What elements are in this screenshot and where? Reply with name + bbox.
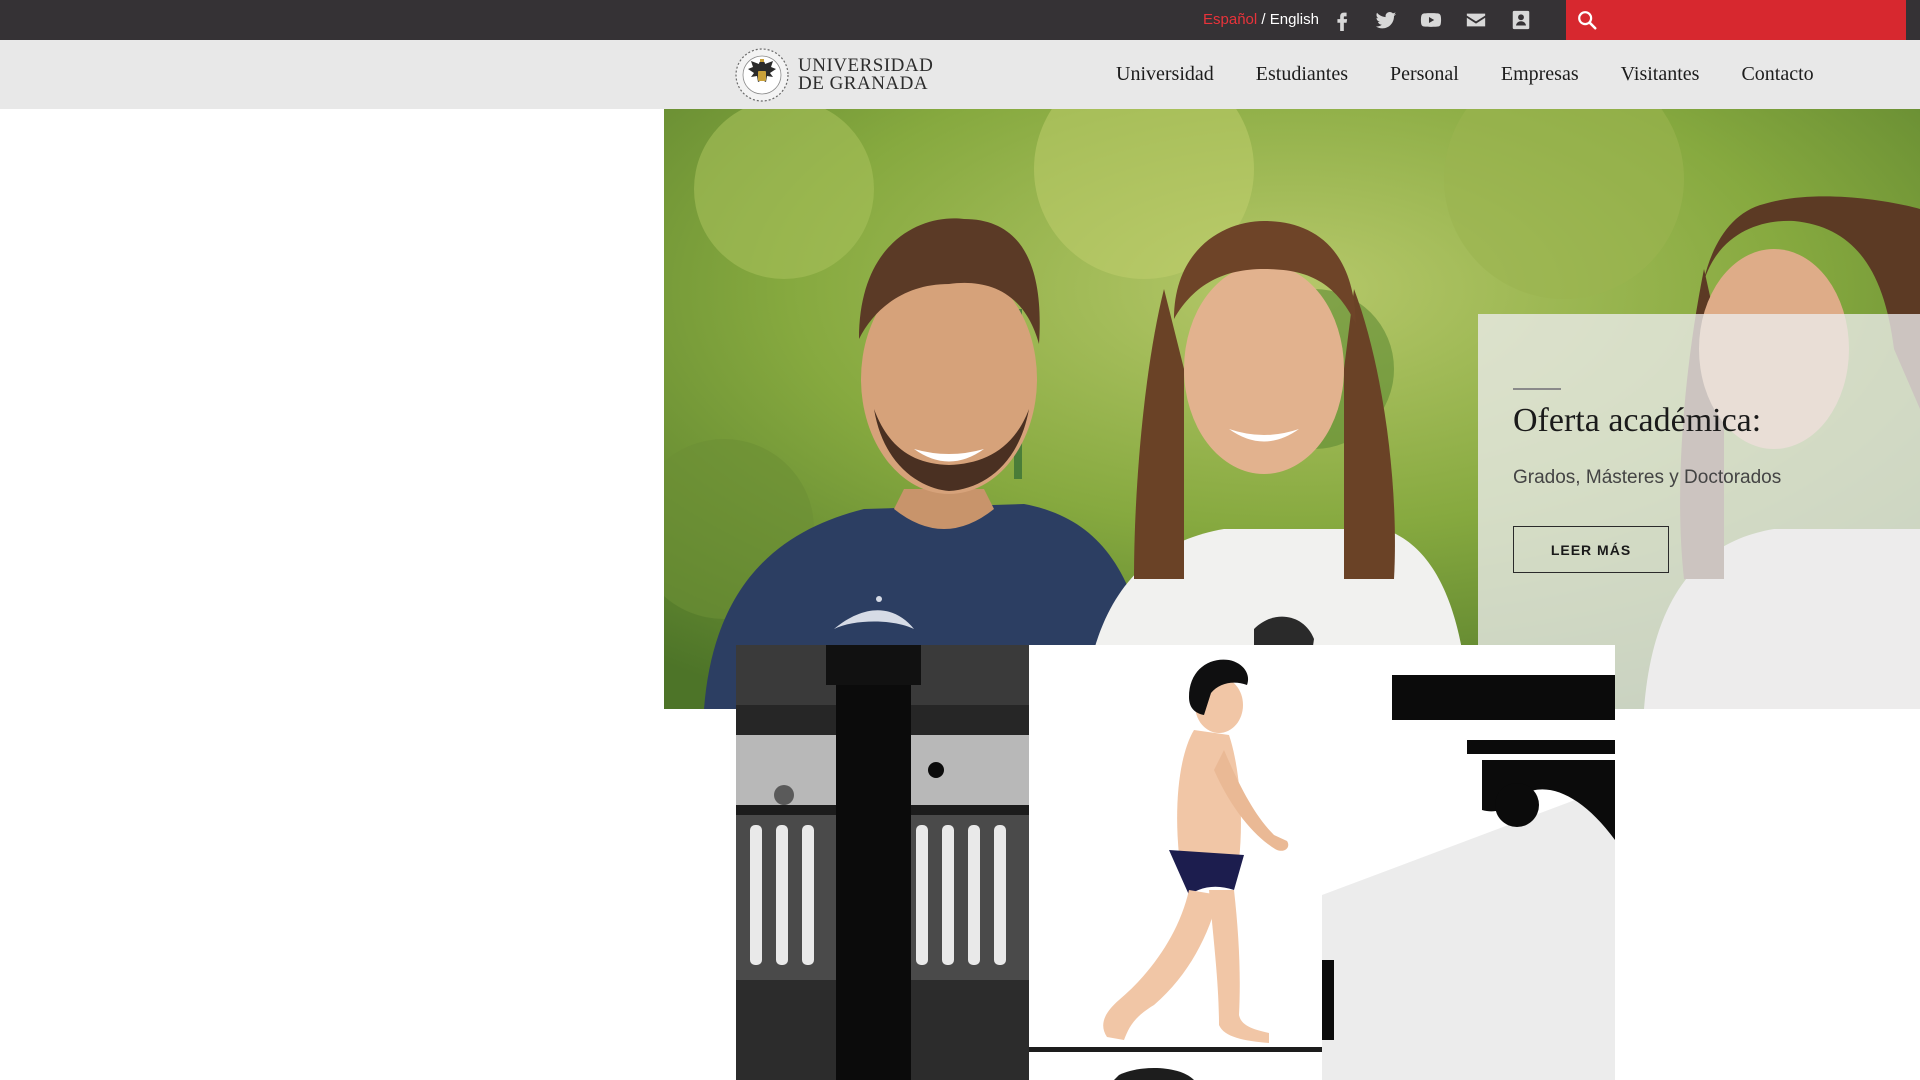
courtyard-photo [736, 645, 1029, 1080]
promo-title: Oferta académica: [1513, 402, 1762, 439]
site-header: UNIVERSIDAD DE GRANADA Universidad Estud… [0, 40, 1920, 109]
main-navigation: Universidad Estudiantes Personal Empresa… [1095, 40, 1835, 109]
search-input[interactable] [1606, 0, 1896, 40]
nav-contacto[interactable]: Contacto [1741, 63, 1813, 86]
document-detail-tile[interactable] [1322, 645, 1615, 1080]
directory-icon[interactable] [1509, 8, 1533, 32]
university-seal-icon [735, 48, 789, 102]
document-detail-image [1322, 645, 1615, 1080]
university-logo[interactable]: UNIVERSIDAD DE GRANADA [734, 47, 934, 103]
email-icon[interactable] [1464, 8, 1488, 32]
search-box[interactable] [1566, 0, 1906, 40]
search-icon[interactable] [1576, 9, 1598, 31]
language-switcher: Español / English [1203, 11, 1319, 28]
language-separator: / [1257, 11, 1270, 28]
nav-estudiantes[interactable]: Estudiantes [1256, 63, 1348, 86]
nav-empresas[interactable]: Empresas [1501, 63, 1579, 86]
facebook-icon[interactable] [1330, 8, 1354, 32]
twitter-icon[interactable] [1374, 8, 1398, 32]
language-spanish-link[interactable]: Español [1203, 11, 1257, 28]
language-english-link[interactable]: English [1270, 11, 1319, 28]
promo-divider [1513, 388, 1561, 390]
walking-figure-illustration-tile[interactable] [1029, 645, 1322, 1080]
read-more-button[interactable]: LEER MÁS [1513, 526, 1669, 573]
youtube-icon[interactable] [1419, 8, 1443, 32]
walking-figure-illustration [1029, 645, 1322, 1080]
logo-line-2: DE GRANADA [798, 73, 929, 94]
nav-universidad[interactable]: Universidad [1116, 63, 1214, 86]
courtyard-photo-tile[interactable] [736, 645, 1029, 1080]
promo-subtitle: Grados, Másteres y Doctorados [1513, 467, 1782, 488]
nav-visitantes[interactable]: Visitantes [1621, 63, 1700, 86]
nav-personal[interactable]: Personal [1390, 63, 1459, 86]
top-bar: Español / English [0, 0, 1920, 40]
